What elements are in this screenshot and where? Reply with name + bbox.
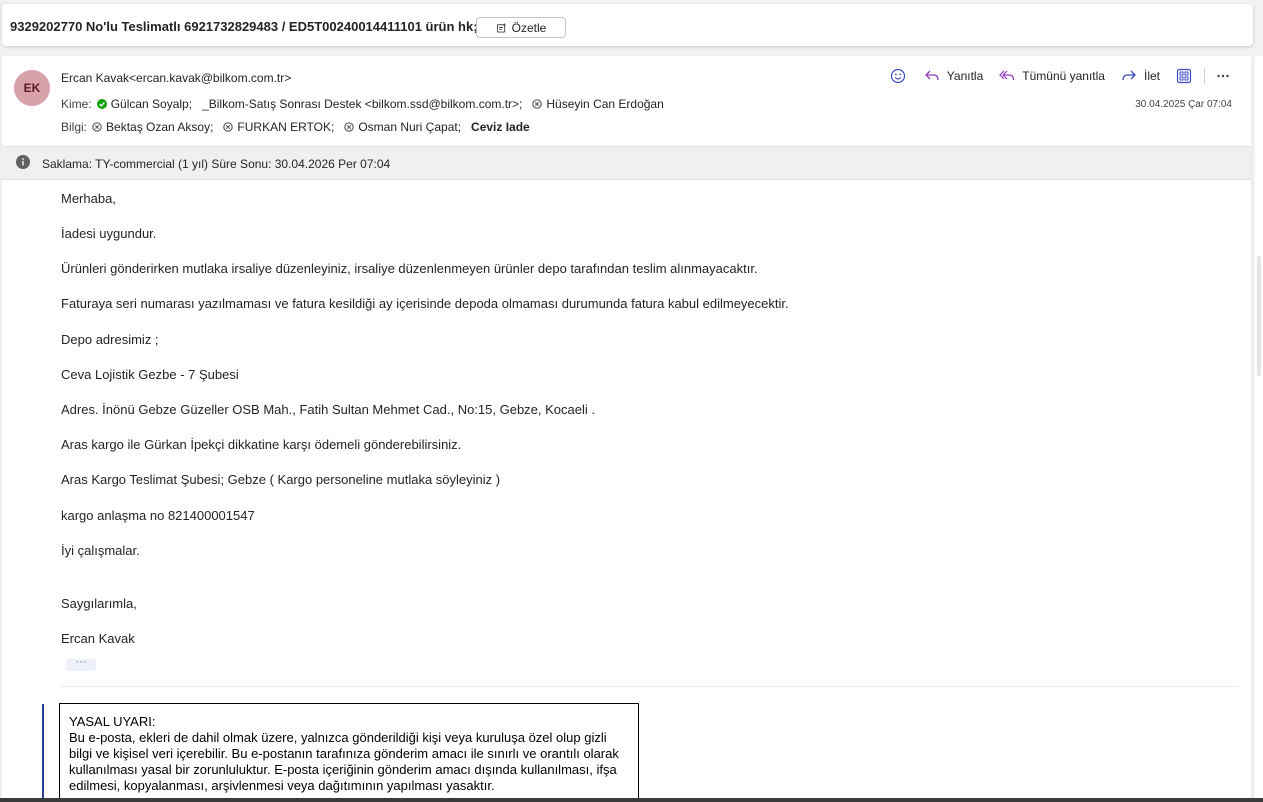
window-bottom-edge bbox=[0, 798, 1263, 802]
offline-status-icon bbox=[532, 99, 543, 109]
cc-label: Bilgi: bbox=[61, 120, 88, 134]
recipient-cc-0[interactable]: Bektaş Ozan Aksoy; bbox=[92, 120, 213, 134]
forward-label: İlet bbox=[1143, 69, 1160, 83]
reply-all-label: Tümünü yanıtla bbox=[1022, 69, 1105, 83]
recipient-cc-2[interactable]: Osman Nuri Çapat; bbox=[344, 120, 461, 134]
content-divider bbox=[61, 686, 1239, 687]
ellipsis-icon: ··· bbox=[75, 656, 87, 668]
legal-text: Bu e-posta, ekleri de dahil olmak üzere,… bbox=[69, 730, 619, 793]
summarize-label: Özetle bbox=[511, 20, 547, 35]
recipient-name: Hüseyin Can Erdoğan bbox=[546, 97, 664, 111]
body-paragraph: Depo adresimiz ; bbox=[61, 332, 159, 347]
summarize-icon bbox=[496, 22, 506, 33]
message-card: EK Ercan Kavak<ercan.kavak@bilkom.com.tr… bbox=[2, 56, 1251, 802]
subject-title: 9329202770 No'lu Teslimatlı 692173282948… bbox=[10, 19, 478, 34]
emoji-icon bbox=[890, 68, 905, 84]
reply-button[interactable]: Yanıtla bbox=[924, 68, 983, 84]
recipient-to-0[interactable]: Gülcan Soyalp; bbox=[96, 97, 193, 111]
avatar-initials: EK bbox=[23, 81, 41, 95]
recipient-name: Bektaş Ozan Aksoy; bbox=[106, 120, 214, 134]
legal-disclaimer: YASAL UYARI: Bu e-posta, ekleri de dahil… bbox=[59, 703, 639, 802]
quote-indicator bbox=[42, 704, 44, 802]
more-icon bbox=[1217, 74, 1229, 78]
summarize-button[interactable]: Özetle bbox=[476, 17, 566, 38]
offline-status-icon bbox=[223, 122, 234, 132]
body-paragraph: Aras Kargo Teslimat Şubesi; Gebze ( Karg… bbox=[61, 472, 501, 487]
signature-closing: Saygılarımla, bbox=[61, 596, 137, 611]
recipient-to-2[interactable]: Hüseyin Can Erdoğan bbox=[532, 97, 664, 111]
retention-policy-bar: Saklama: TY-commercial (1 yıl) Süre Sonu… bbox=[2, 146, 1251, 180]
recipient-name: Gülcan Soyalp; bbox=[110, 97, 193, 111]
offline-status-icon bbox=[344, 122, 355, 132]
recipient-name: Osman Nuri Çapat; bbox=[358, 120, 462, 134]
legal-title: YASAL UYARI: bbox=[69, 714, 156, 729]
forward-icon bbox=[1122, 70, 1136, 81]
avatar[interactable]: EK bbox=[14, 70, 50, 106]
recipient-name: _Bilkom-Satış Sonrası Destek <bilkom.ssd… bbox=[202, 97, 523, 111]
show-trimmed-content-button[interactable]: ··· bbox=[66, 656, 96, 671]
recipient-cc-1[interactable]: FURKAN ERTOK; bbox=[223, 120, 334, 134]
body-paragraph: Ürünleri gönderirken mutlaka irsaliye dü… bbox=[61, 261, 758, 276]
reply-icon bbox=[924, 70, 939, 81]
body-paragraph: Ceva Lojistik Gezbe - 7 Şubesi bbox=[61, 367, 239, 382]
forward-button[interactable]: İlet bbox=[1121, 68, 1160, 84]
apps-button[interactable] bbox=[1176, 68, 1192, 84]
to-line: Kime: Gülcan Soyalp; _Bilkom-Satış Sonra… bbox=[61, 97, 670, 111]
info-icon bbox=[16, 155, 30, 169]
more-actions-button[interactable] bbox=[1215, 68, 1231, 84]
message-actions: Yanıtla Tümünü yanıtla İlet bbox=[876, 67, 1231, 85]
reaction-button[interactable] bbox=[890, 68, 906, 84]
vertical-scrollbar[interactable] bbox=[1255, 56, 1263, 802]
sender[interactable]: Ercan Kavak<ercan.kavak@bilkom.com.tr> bbox=[61, 71, 291, 85]
recipient-to-1[interactable]: _Bilkom-Satış Sonrası Destek <bilkom.ssd… bbox=[202, 97, 522, 111]
apps-icon bbox=[1176, 68, 1192, 84]
body-paragraph: Aras kargo ile Gürkan İpekçi dikkatine k… bbox=[61, 437, 462, 452]
actions-divider bbox=[1204, 68, 1205, 84]
cc-line: Bilgi: Bektaş Ozan Aksoy; FURKAN ERTOK; … bbox=[61, 120, 536, 134]
retention-text: Saklama: TY-commercial (1 yıl) Süre Sonu… bbox=[42, 157, 391, 171]
recipient-name: FURKAN ERTOK; bbox=[237, 120, 335, 134]
body-paragraph: kargo anlaşma no 821400001547 bbox=[61, 508, 255, 523]
message-date: 30.04.2025 Çar 07:04 bbox=[1135, 99, 1232, 110]
scrollbar-thumb[interactable] bbox=[1257, 256, 1261, 376]
body-paragraph: İadesi uygundur. bbox=[61, 226, 157, 241]
recipient-name: Ceviz Iade bbox=[471, 120, 530, 134]
offline-status-icon bbox=[92, 122, 102, 132]
subject-bar: 9329202770 No'lu Teslimatlı 692173282948… bbox=[2, 4, 1253, 46]
body-paragraph: İyi çalışmalar. bbox=[61, 543, 140, 558]
body-paragraph: Merhaba, bbox=[61, 191, 116, 206]
reply-label: Yanıtla bbox=[946, 69, 984, 83]
recipient-cc-3[interactable]: Ceviz Iade bbox=[471, 120, 530, 134]
reply-all-button[interactable]: Tümünü yanıtla bbox=[999, 68, 1105, 84]
available-status-icon bbox=[96, 99, 107, 109]
signature-name: Ercan Kavak bbox=[61, 631, 135, 646]
body-paragraph: Faturaya seri numarası yazılmaması ve fa… bbox=[61, 296, 789, 311]
body-paragraph: Adres. İnönü Gebze Güzeller OSB Mah., Fa… bbox=[61, 402, 595, 417]
to-label: Kime: bbox=[61, 97, 92, 111]
reply-all-icon bbox=[999, 70, 1015, 81]
